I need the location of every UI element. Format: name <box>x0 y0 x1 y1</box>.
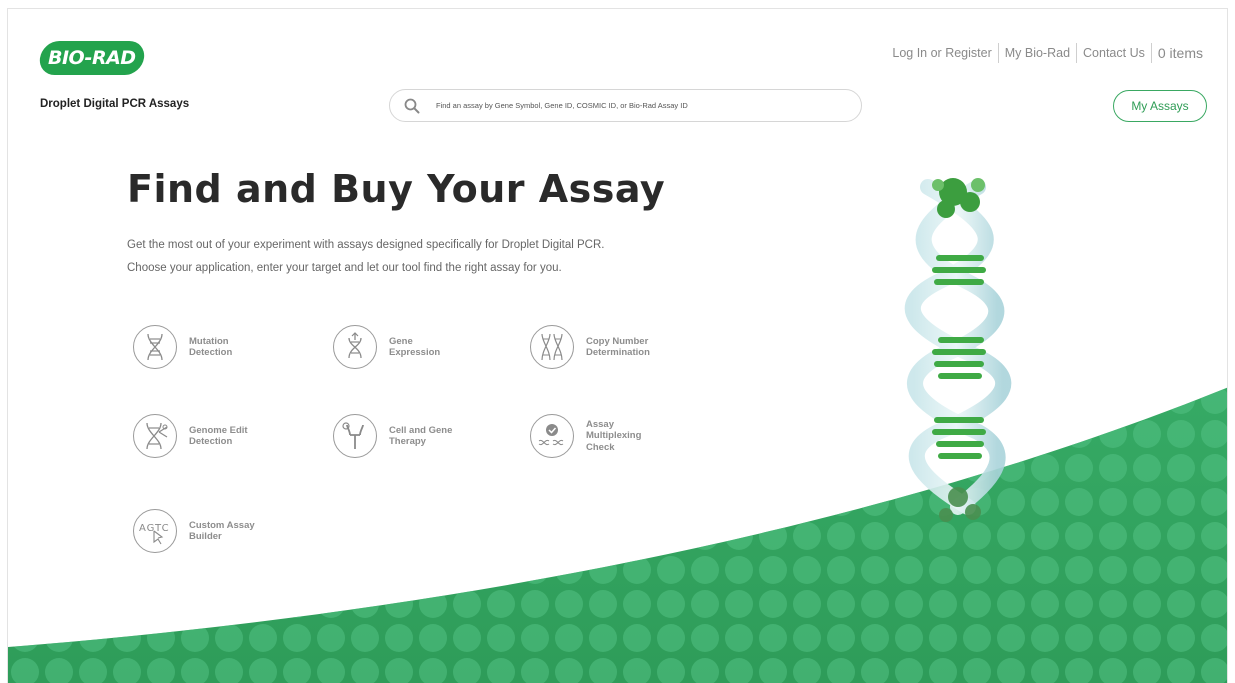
application-grid: Mutation Detection Gene Expression Copy … <box>128 314 748 574</box>
app-label: Genome Edit Detection <box>189 424 248 448</box>
search-input[interactable] <box>436 101 836 110</box>
hero-description: Get the most out of your experiment with… <box>127 234 727 280</box>
app-mutation-detection[interactable]: Mutation Detection <box>133 325 323 369</box>
gene-expression-icon <box>333 325 377 369</box>
site-subtitle[interactable]: Droplet Digital PCR Assays <box>40 98 189 110</box>
app-genome-edit[interactable]: Genome Edit Detection <box>133 414 323 458</box>
app-label: Gene Expression <box>389 335 441 359</box>
my-biorad-link[interactable]: My Bio-Rad <box>999 44 1076 62</box>
app-label: Assay Multiplexing Check <box>586 418 642 453</box>
copy-number-icon <box>530 325 574 369</box>
app-label: Mutation Detection <box>189 335 233 359</box>
app-copy-number[interactable]: Copy Number Determination <box>530 325 720 369</box>
contact-us-link[interactable]: Contact Us <box>1077 44 1151 62</box>
app-multiplexing-check[interactable]: Assay Multiplexing Check <box>530 414 720 458</box>
hero-line-2: Choose your application, enter your targ… <box>127 262 562 274</box>
top-nav: Log In or Register My Bio-Rad Contact Us… <box>886 43 1209 63</box>
app-cell-gene-therapy[interactable]: Cell and Gene Therapy <box>333 414 523 458</box>
custom-assay-builder-icon: AGTC <box>133 509 177 553</box>
genome-edit-icon <box>133 414 177 458</box>
app-gene-expression[interactable]: Gene Expression <box>333 325 523 369</box>
search-box[interactable] <box>389 89 862 122</box>
multiplexing-check-icon <box>530 414 574 458</box>
app-label: Copy Number Determination <box>586 335 650 359</box>
page-frame: BIO-RAD Log In or Register My Bio-Rad Co… <box>7 8 1228 683</box>
app-label: Cell and Gene Therapy <box>389 424 453 448</box>
my-assays-button[interactable]: My Assays <box>1113 90 1207 122</box>
search-icon[interactable] <box>404 98 420 114</box>
app-custom-assay-builder[interactable]: AGTC Custom Assay Builder <box>133 509 323 553</box>
app-label: Custom Assay Builder <box>189 519 255 543</box>
cart-link[interactable]: 0 items <box>1152 44 1209 62</box>
login-register-link[interactable]: Log In or Register <box>886 44 997 62</box>
dna-mutation-icon <box>133 325 177 369</box>
logo-text: BIO-RAD <box>48 47 136 69</box>
page-title: Find and Buy Your Assay <box>127 167 666 211</box>
cell-gene-therapy-icon <box>333 414 377 458</box>
dna-helix-illustration <box>904 178 1012 522</box>
bio-rad-logo[interactable]: BIO-RAD <box>37 41 147 75</box>
hero-line-1: Get the most out of your experiment with… <box>127 239 605 251</box>
